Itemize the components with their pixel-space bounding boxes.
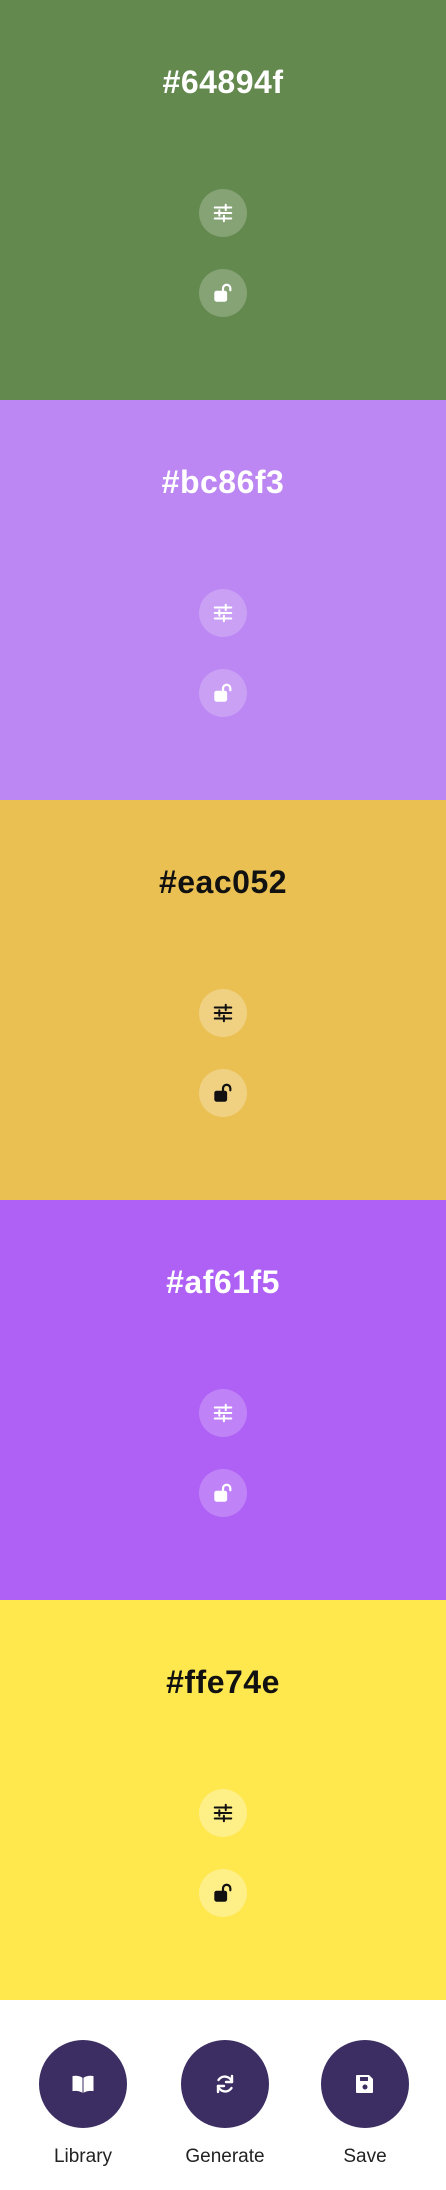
hex-code: #ffe74e	[166, 1664, 280, 1700]
color-swatch: #af61f5	[0, 1200, 446, 1600]
adjust-color-button[interactable]	[199, 1789, 247, 1837]
bottom-action-bar: Library Generate Save	[0, 2000, 446, 2190]
sliders-icon	[212, 1002, 234, 1024]
library-action: Library	[23, 2040, 143, 2168]
hex-code: #af61f5	[166, 1264, 280, 1300]
color-swatch: #eac052	[0, 800, 446, 1200]
lock-toggle-button[interactable]	[199, 1469, 247, 1517]
hex-code: #bc86f3	[161, 464, 285, 500]
library-label: Library	[53, 2146, 113, 2167]
lock-toggle-button[interactable]	[199, 669, 247, 717]
sliders-icon	[212, 1402, 234, 1424]
save-button[interactable]	[321, 2040, 409, 2128]
lock-toggle-button[interactable]	[199, 1869, 247, 1917]
refresh-icon	[213, 2072, 237, 2096]
unlock-icon	[212, 682, 234, 704]
lock-toggle-button[interactable]	[199, 1069, 247, 1117]
book-open-icon	[71, 2072, 95, 2096]
generate-button[interactable]	[181, 2040, 269, 2128]
adjust-color-button[interactable]	[199, 989, 247, 1037]
library-button[interactable]	[39, 2040, 127, 2128]
adjust-color-button[interactable]	[199, 189, 247, 237]
color-palette: #64894f #bc86f3 #eac052 #af61f5 #ffe74e	[0, 0, 446, 2000]
color-swatch: #ffe74e	[0, 1600, 446, 2000]
color-swatch: #64894f	[0, 0, 446, 400]
sliders-icon	[212, 602, 234, 624]
adjust-color-button[interactable]	[199, 1389, 247, 1437]
adjust-color-button[interactable]	[199, 589, 247, 637]
unlock-icon	[212, 282, 234, 304]
generate-action: Generate	[165, 2040, 285, 2168]
floppy-disk-icon	[353, 2072, 377, 2096]
color-swatch: #bc86f3	[0, 400, 446, 800]
hex-code: #eac052	[158, 864, 288, 900]
unlock-icon	[212, 1082, 234, 1104]
sliders-icon	[212, 202, 234, 224]
save-label: Save	[343, 2146, 387, 2167]
unlock-icon	[212, 1482, 234, 1504]
generate-label: Generate	[185, 2146, 265, 2167]
lock-toggle-button[interactable]	[199, 269, 247, 317]
hex-code: #64894f	[162, 64, 284, 100]
save-action: Save	[305, 2040, 425, 2168]
unlock-icon	[212, 1882, 234, 1904]
sliders-icon	[212, 1802, 234, 1824]
